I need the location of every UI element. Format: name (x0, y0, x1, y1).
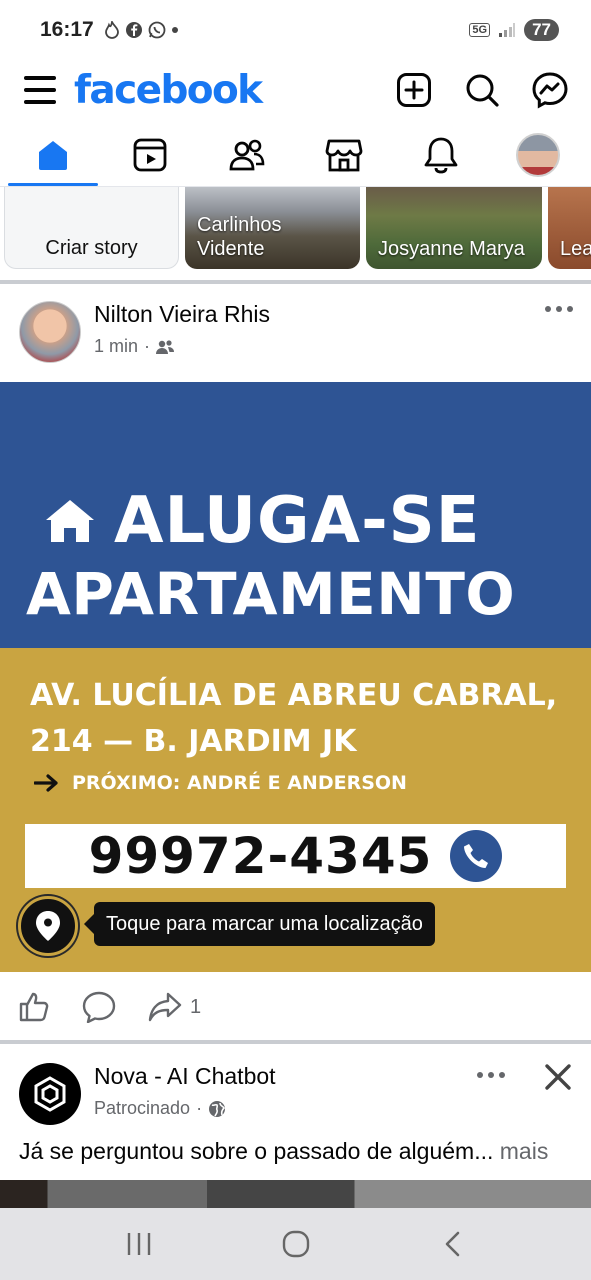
status-right: 5G 77 (469, 19, 559, 41)
feed-divider (0, 1040, 591, 1044)
image-headline-2: APARTAMENTO (26, 560, 516, 628)
create-story-label: Criar story (45, 237, 138, 259)
sponsored-header: Nova - AI Chatbot Patrocinado · (0, 1046, 591, 1136)
post-author-avatar[interactable] (19, 301, 81, 363)
tab-notifications[interactable] (396, 124, 486, 186)
like-button[interactable] (18, 991, 50, 1023)
location-pin-button[interactable] (18, 896, 78, 956)
like-icon (19, 992, 49, 1022)
home-circle-icon (282, 1230, 309, 1258)
nova-logo[interactable] (19, 1063, 81, 1125)
share-button[interactable]: 1 (148, 992, 201, 1022)
post-time: 1 min (94, 336, 139, 356)
tab-friends[interactable] (202, 124, 292, 186)
create-story-card[interactable]: Criar story (4, 187, 179, 269)
arrow-right-icon (34, 774, 58, 792)
system-nav-bar (0, 1208, 591, 1280)
search-button[interactable] (461, 69, 503, 111)
signal-icon (499, 23, 516, 37)
story-name: Carlinhos Vidente (197, 214, 282, 260)
home-button[interactable] (271, 1219, 321, 1269)
navigation-tabs (0, 124, 591, 186)
status-time: 16:17 (40, 18, 94, 41)
messenger-button[interactable] (529, 69, 571, 111)
create-button[interactable] (393, 69, 435, 111)
post-actions: 1 (0, 972, 591, 1042)
notification-icons (104, 21, 179, 39)
share-icon (148, 992, 182, 1022)
story-card[interactable]: Josyanne Marya (366, 187, 542, 269)
bell-icon (424, 137, 458, 174)
post-image[interactable]: ALUGA-SE APARTAMENTO AV. LUCÍLIA DE ABRE… (0, 382, 591, 972)
stories-tray: Criar story Carlinhos Vidente Josyanne M… (0, 186, 591, 280)
recent-apps-icon (127, 1233, 150, 1255)
story-name: Lea (560, 238, 591, 260)
marketplace-icon (325, 139, 363, 172)
menu-icon[interactable] (24, 76, 56, 104)
post-header: Nilton Vieira Rhis 1 min · (0, 284, 591, 382)
facebook-notif-icon (125, 22, 142, 38)
address-line-2: 214 — B. JARDIM JK (30, 724, 357, 759)
whatsapp-notif-icon (148, 21, 166, 39)
address-line-1: AV. LUCÍLIA DE ABREU CABRAL, (30, 678, 558, 713)
friends-audience-icon (156, 339, 175, 354)
near-line: PRÓXIMO: ANDRÉ E ANDERSON (34, 772, 407, 794)
phone-box: 99972-4345 (25, 824, 566, 888)
tab-video[interactable] (105, 124, 195, 186)
story-card[interactable]: Lea (548, 187, 591, 269)
nova-logo-icon (34, 1076, 66, 1112)
see-more-link[interactable]: mais (500, 1138, 549, 1164)
tab-marketplace[interactable] (299, 124, 389, 186)
sponsored-image[interactable] (0, 1180, 591, 1208)
sponsor-name[interactable]: Nova - AI Chatbot (94, 1063, 276, 1090)
tab-profile[interactable] (493, 124, 583, 186)
profile-avatar (516, 133, 561, 177)
story-card[interactable]: Carlinhos Vidente (185, 187, 360, 269)
post-author-name[interactable]: Nilton Vieira Rhis (94, 301, 270, 328)
flame-icon (104, 21, 119, 39)
sponsored-body: Já se perguntou sobre o passado de algué… (19, 1138, 494, 1164)
app-header: facebook (0, 60, 591, 120)
sponsored-more-button[interactable] (477, 1072, 505, 1078)
dot-icon (171, 27, 178, 33)
comment-icon (82, 991, 116, 1023)
location-tooltip[interactable]: Toque para marcar uma localização (84, 902, 435, 946)
close-icon[interactable] (541, 1060, 575, 1094)
sponsored-label: Patrocinado (94, 1098, 191, 1118)
location-pin-icon (36, 911, 60, 941)
house-icon (46, 500, 94, 542)
home-icon (38, 141, 67, 170)
search-icon (466, 74, 499, 107)
back-button[interactable] (428, 1219, 478, 1269)
near-text: PRÓXIMO: ANDRÉ E ANDERSON (72, 772, 407, 794)
meta-separator: · (196, 1098, 203, 1118)
battery-level: 77 (524, 19, 559, 41)
comment-button[interactable] (82, 991, 116, 1023)
sponsored-meta: Patrocinado · (94, 1098, 226, 1119)
status-bar: 16:17 5G 77 (0, 0, 591, 60)
globe-icon (209, 1100, 226, 1117)
meta-separator: · (144, 336, 151, 356)
facebook-logo: facebook (74, 67, 263, 113)
image-headline-1: ALUGA-SE (44, 484, 480, 558)
share-count: 1 (190, 995, 202, 1018)
video-icon (133, 138, 167, 172)
post-meta: 1 min · (94, 336, 175, 357)
story-name: Josyanne Marya (378, 238, 525, 260)
network-badge: 5G (469, 23, 491, 37)
header-actions (393, 69, 571, 111)
back-icon (445, 1231, 459, 1257)
phone-number: 99972-4345 (88, 827, 433, 885)
recent-apps-button[interactable] (114, 1219, 164, 1269)
plus-square-icon (397, 73, 431, 107)
friends-icon (229, 139, 265, 171)
phone-icon (450, 830, 503, 882)
post-more-button[interactable] (545, 306, 573, 312)
sponsored-text: Já se perguntou sobre o passado de algué… (19, 1138, 579, 1165)
messenger-icon (532, 72, 568, 109)
headline-1-text: ALUGA-SE (114, 484, 481, 558)
tab-home[interactable] (7, 124, 98, 186)
